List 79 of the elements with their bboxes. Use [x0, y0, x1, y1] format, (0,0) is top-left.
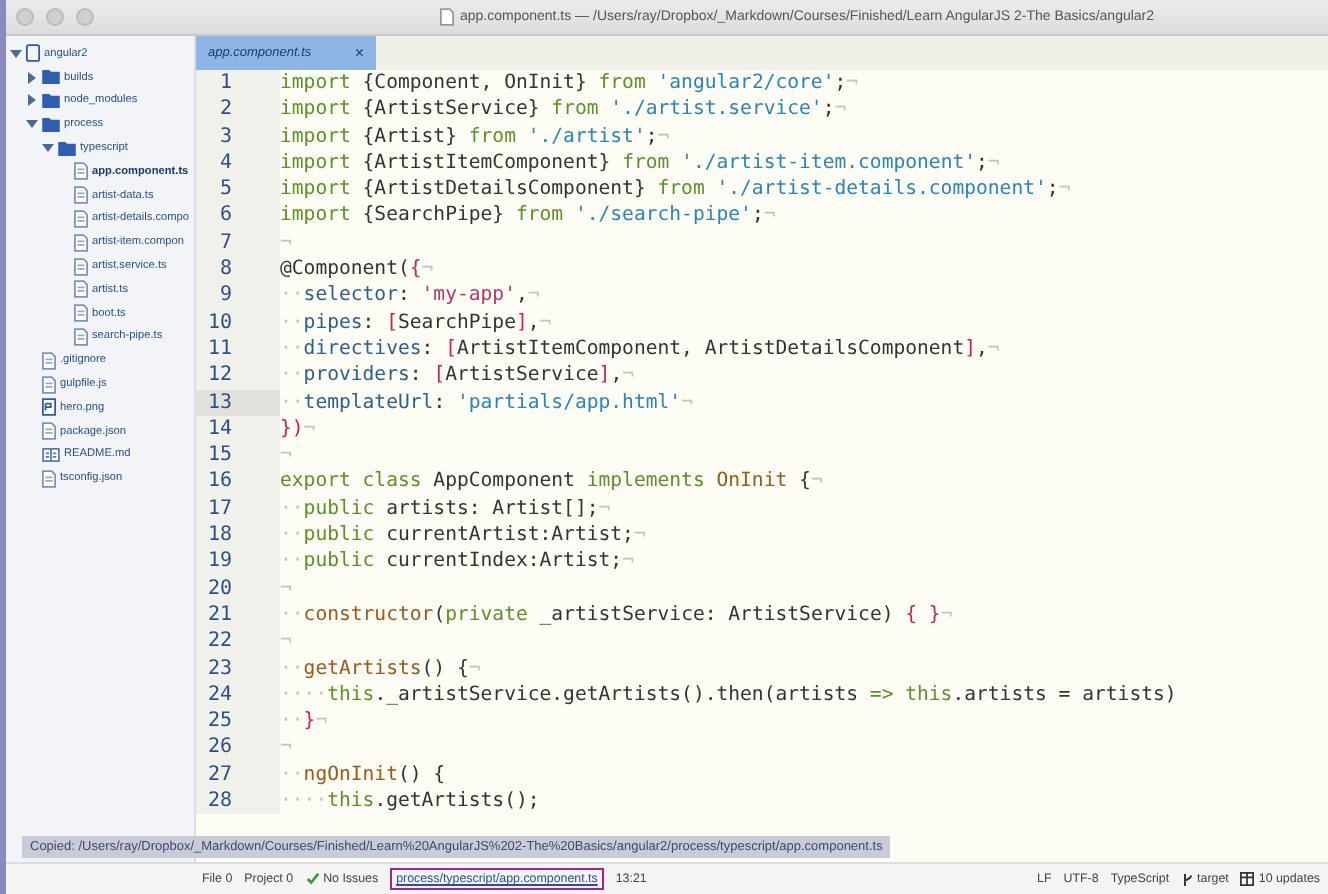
code-line: ··ngOnInit() { — [280, 761, 446, 789]
line-number: 19 — [196, 548, 280, 576]
minimize-window-button[interactable] — [46, 8, 64, 26]
line-number: 13 — [196, 389, 280, 416]
line-number: 15 — [196, 442, 280, 469]
code-line: ¬ — [280, 442, 292, 469]
zoom-window-button[interactable] — [76, 8, 94, 26]
code-line: })¬ — [280, 415, 316, 443]
code-line: ··pipes: [SearchPipe],¬ — [280, 309, 552, 336]
line-number: 9 — [196, 282, 280, 310]
line-number: 10 — [196, 309, 280, 336]
code-line: ··}¬ — [280, 708, 328, 735]
line-number: 26 — [196, 734, 280, 762]
package-icon — [1240, 872, 1255, 886]
file-icon — [74, 209, 88, 228]
line-number: 12 — [196, 362, 280, 390]
code-line: @Component({¬ — [280, 256, 434, 283]
file-icon — [74, 186, 88, 205]
file-icon — [74, 162, 88, 181]
line-number: 6 — [196, 202, 280, 230]
line-number: 23 — [196, 655, 280, 682]
code-line: ¬ — [280, 229, 292, 257]
code-line: import {ArtistService} from './artist.service';¬ — [280, 96, 847, 124]
repository-icon — [26, 44, 40, 63]
line-number: 21 — [196, 601, 280, 629]
code-line: ····this._artistService.getArtists().then(artists => this.artists = artists) — [280, 681, 1177, 709]
code-line: ··selector: 'my-app',¬ — [280, 282, 540, 310]
code-line: ··public currentIndex:Artist;¬ — [280, 548, 634, 576]
code-line: ¬ — [280, 628, 292, 656]
line-number: 3 — [196, 123, 280, 150]
line-number: 7 — [196, 229, 280, 257]
close-window-button[interactable] — [16, 8, 34, 26]
line-number: 25 — [196, 708, 280, 735]
close-tab-button[interactable]: × — [354, 44, 364, 62]
code-line: ··getArtists() {¬ — [280, 655, 481, 682]
file-icon — [74, 327, 88, 346]
line-number: 11 — [196, 335, 280, 363]
line-number: 2 — [196, 96, 280, 124]
line-number: 22 — [196, 628, 280, 656]
line-number: 1 — [196, 70, 280, 97]
code-line: import {Component, OnInit} from 'angular2/core';¬ — [280, 70, 859, 97]
line-number: 20 — [196, 575, 280, 602]
code-line: ··public artists: Artist[];¬ — [280, 495, 611, 523]
code-line: import {ArtistItemComponent} from './artist-item.component';¬ — [280, 149, 1000, 177]
code-line: ¬ — [280, 734, 292, 762]
code-line: ··public currentArtist:Artist;¬ — [280, 522, 646, 549]
code-line: ··directives: [ArtistItemComponent, ArtistDetailsComponent],¬ — [280, 335, 1000, 363]
file-icon — [74, 304, 88, 323]
file-icon — [42, 469, 56, 488]
code-line: ¬ — [280, 575, 292, 602]
file-icon — [42, 422, 56, 441]
line-number: 14 — [196, 415, 280, 443]
line-number: 24 — [196, 681, 280, 709]
code-line: import {ArtistDetailsComponent} from './artist-details.component';¬ — [280, 176, 1071, 203]
branch-icon — [1181, 871, 1194, 887]
line-number: 8 — [196, 256, 280, 283]
line-number: 16 — [196, 468, 280, 496]
line-number: 5 — [196, 176, 280, 203]
code-line: import {Artist} from './artist';¬ — [280, 123, 670, 150]
file-icon — [42, 375, 56, 394]
file-icon — [74, 257, 88, 276]
line-number: 28 — [196, 788, 280, 815]
file-icon — [74, 280, 88, 299]
code-line: ····this.getArtists(); — [280, 788, 540, 815]
line-number: 4 — [196, 149, 280, 177]
checkmark-icon — [305, 872, 320, 886]
code-line: ··templateUrl: 'partials/app.html'¬ — [280, 389, 693, 416]
file-icon — [74, 233, 88, 252]
book-icon — [42, 447, 60, 462]
code-line: import {SearchPipe} from './search-pipe';¬ — [280, 202, 776, 230]
line-number: 27 — [196, 761, 280, 789]
code-line: export class AppComponent implements OnInit {¬ — [280, 468, 823, 496]
code-line: ··constructor(private _artistService: ArtistService) { }¬ — [280, 601, 953, 629]
line-number: 18 — [196, 522, 280, 549]
image-file-icon — [42, 398, 56, 417]
file-icon — [439, 8, 454, 26]
line-number: 17 — [196, 495, 280, 523]
file-icon — [42, 351, 56, 370]
code-line: ··providers: [ArtistService],¬ — [280, 362, 634, 390]
